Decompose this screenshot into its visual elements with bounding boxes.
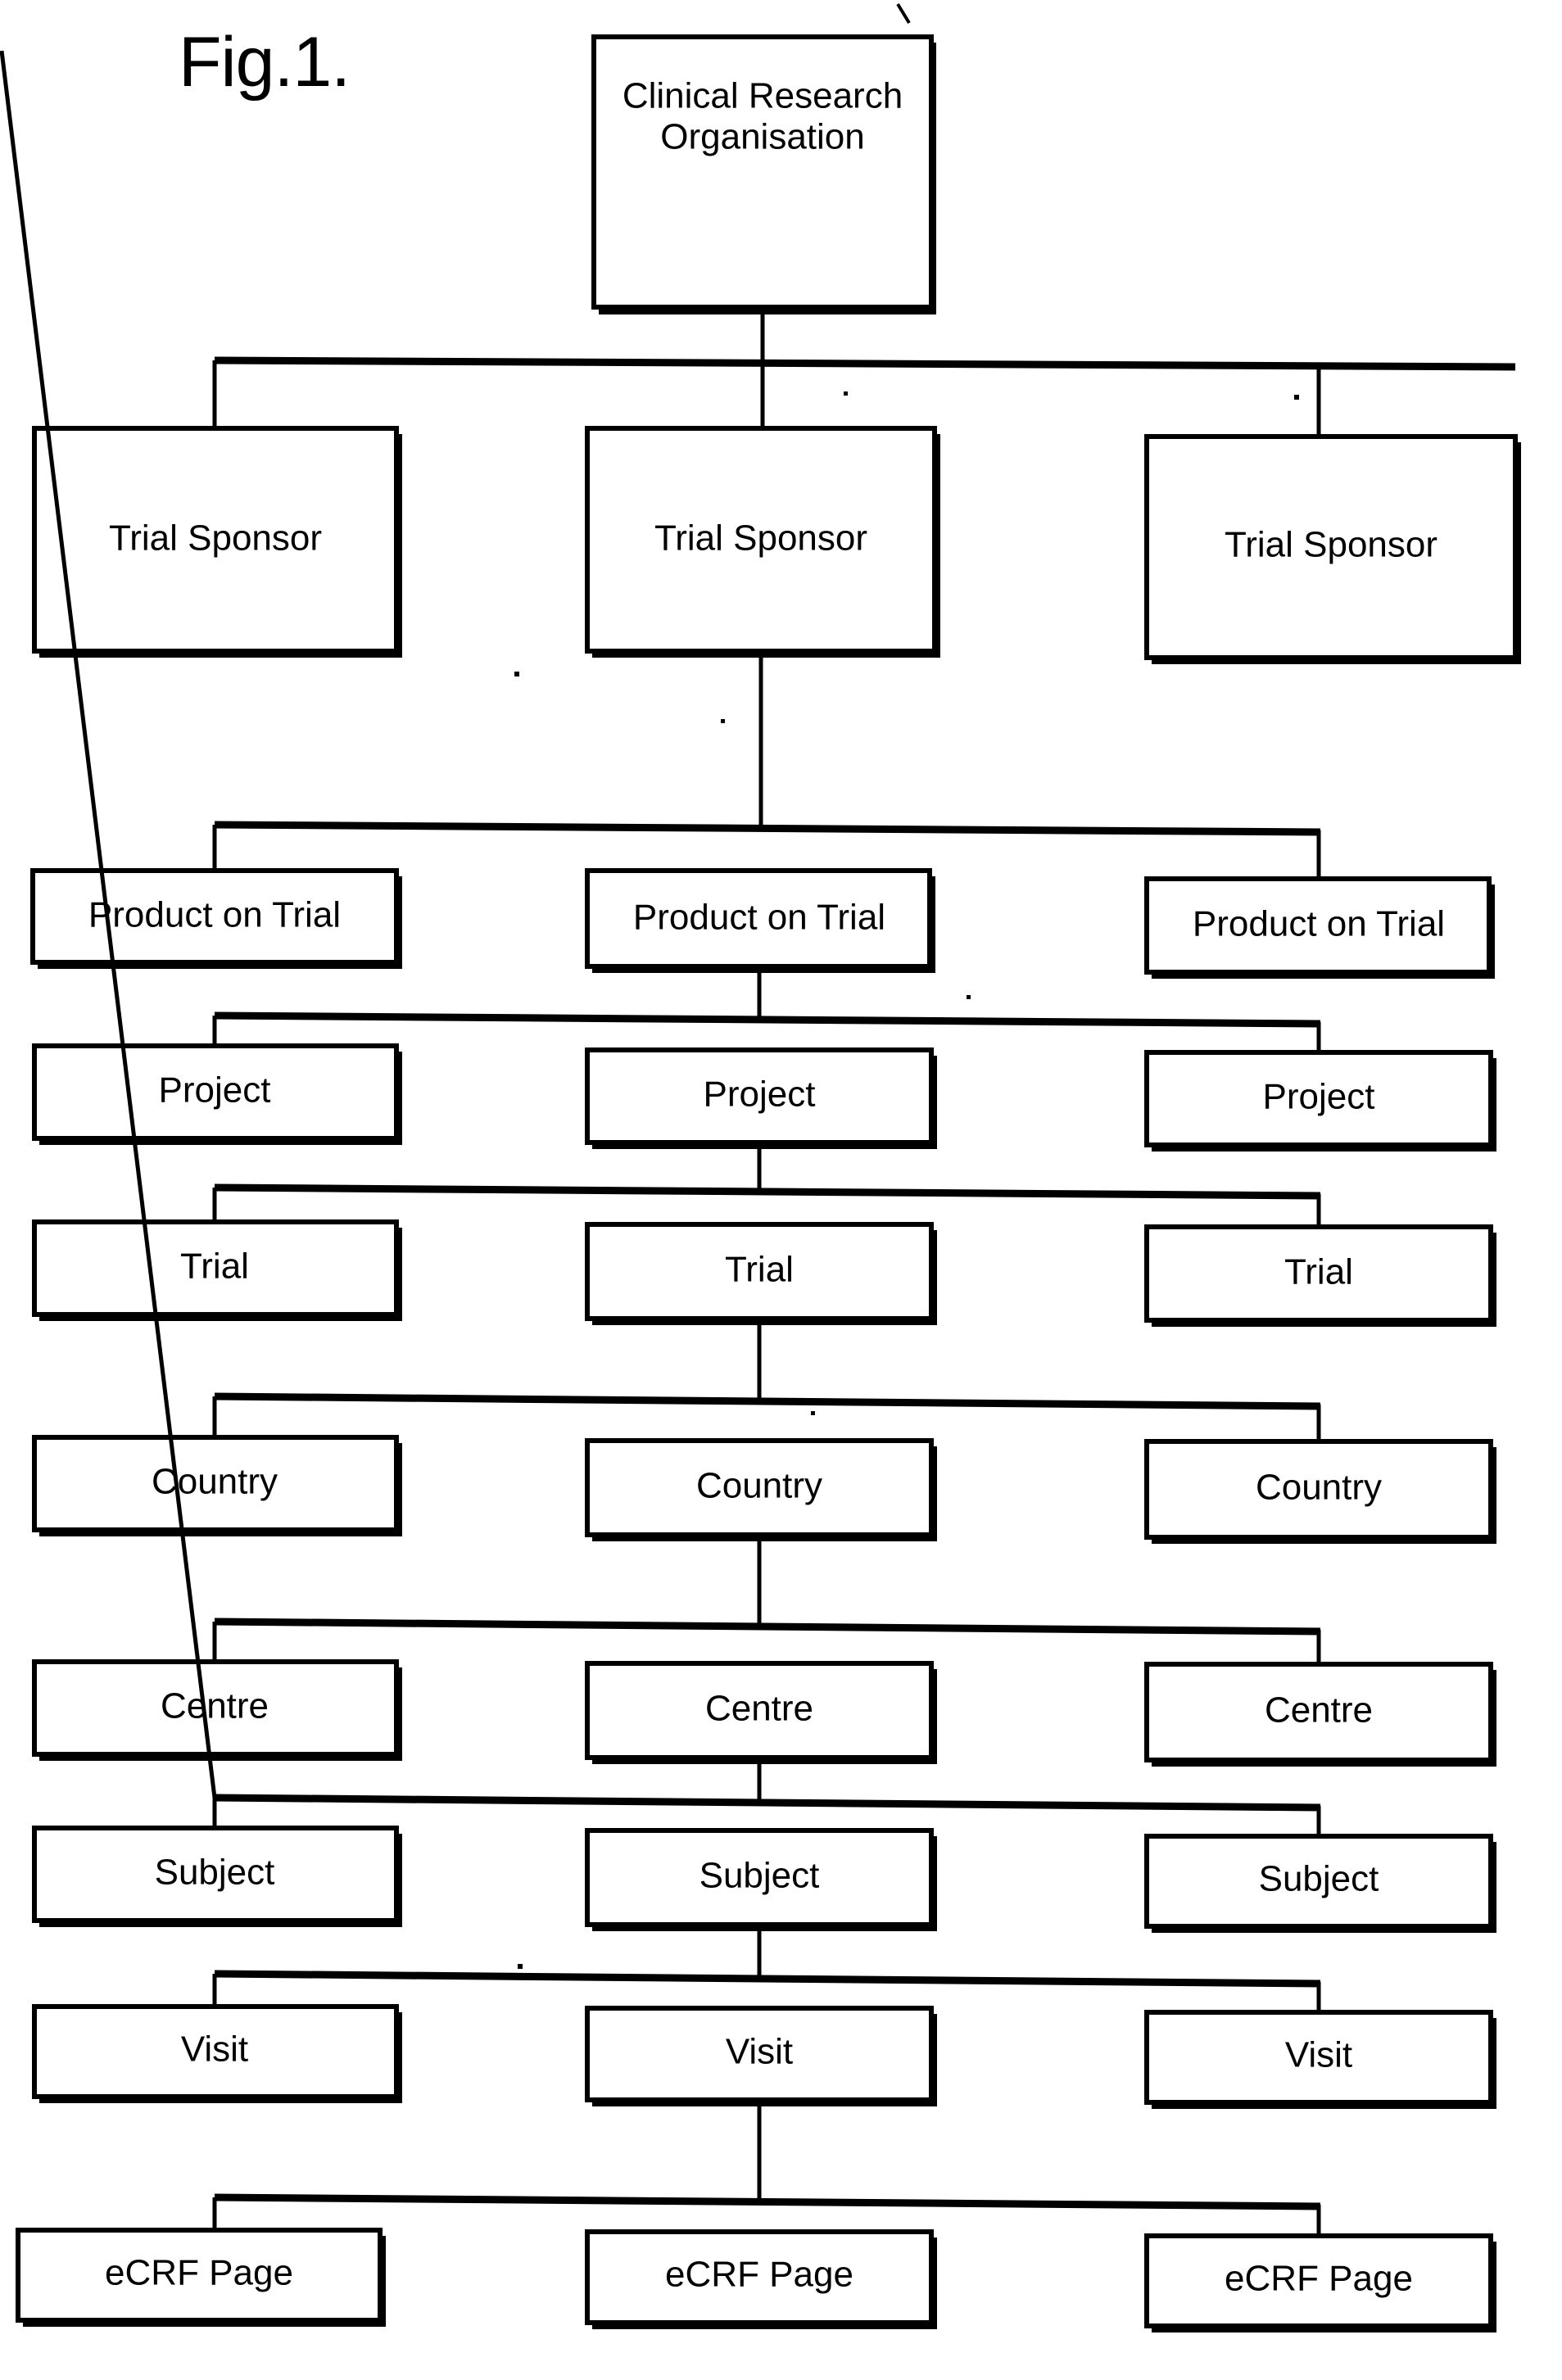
node-label: Trial Sponsor <box>109 518 322 559</box>
node-subject-left: Subject <box>32 1826 402 1927</box>
node-project-left: Project <box>32 1043 402 1145</box>
node-subject-center: Subject <box>585 1828 937 1931</box>
node-label: Project <box>1263 1077 1375 1117</box>
node-trial-sponsor-right: Trial Sponsor <box>1144 434 1521 664</box>
node-label: Visit <box>1285 2035 1352 2075</box>
node-trial-center: Trial <box>585 1222 937 1325</box>
node-trial-right: Trial <box>1144 1224 1496 1327</box>
node-country-center: Country <box>585 1438 937 1541</box>
node-label: Country <box>696 1466 822 1506</box>
node-ecrf-page-center: eCRF Page <box>585 2229 937 2329</box>
node-visit-center: Visit <box>585 2006 937 2106</box>
node-label: Organisation <box>660 117 864 157</box>
node-label: Centre <box>705 1689 813 1729</box>
node-label: Country <box>152 1462 278 1502</box>
node-project-right: Project <box>1144 1050 1496 1152</box>
node-product-on-trial-right: Product on Trial <box>1144 876 1495 979</box>
node-label: Subject <box>700 1856 820 1896</box>
figure-1-hierarchy-diagram: Fig.1. Clinical Research Organisation Tr… <box>0 2 1521 2332</box>
node-label: Visit <box>726 2032 793 2072</box>
node-label: Trial Sponsor <box>654 518 867 559</box>
node-label: Product on Trial <box>1193 904 1445 944</box>
connectors-level-centre <box>212 1618 1321 1664</box>
node-trial-sponsor-left: Trial Sponsor <box>32 426 402 658</box>
node-label: Trial <box>1284 1252 1353 1292</box>
node-label: Project <box>704 1075 816 1115</box>
node-centre-right: Centre <box>1144 1662 1496 1767</box>
node-label: Subject <box>155 1853 275 1893</box>
node-trial-sponsor-center: Trial Sponsor <box>585 426 940 658</box>
scan-speck <box>811 1411 815 1415</box>
node-label: Visit <box>181 2029 248 2070</box>
node-ecrf-page-right: eCRF Page <box>1144 2233 1496 2332</box>
node-label: eCRF Page <box>665 2255 853 2295</box>
scan-speck <box>514 672 519 676</box>
node-visit-left: Visit <box>32 2004 402 2103</box>
node-product-on-trial-left: Product on Trial <box>30 868 402 969</box>
node-product-on-trial-center: Product on Trial <box>585 868 935 973</box>
node-trial-left: Trial <box>32 1219 402 1321</box>
scan-speck <box>721 719 725 723</box>
figure-title: Fig.1. <box>179 23 350 102</box>
scan-speck <box>1294 395 1299 400</box>
connectors-level-trial-sponsor <box>212 356 1516 437</box>
patent-figure-page: Fig.1. Clinical Research Organisation Tr… <box>0 0 1562 2380</box>
node-clinical-research-organisation: Clinical Research Organisation <box>591 34 936 314</box>
node-label: Product on Trial <box>88 895 341 935</box>
scan-speck <box>967 995 971 999</box>
scan-speck <box>844 391 848 396</box>
node-label: Trial <box>180 1247 249 1287</box>
node-label: Trial <box>725 1250 794 1290</box>
node-ecrf-page-left: eCRF Page <box>16 2228 386 2327</box>
node-centre-center: Centre <box>585 1661 937 1764</box>
scan-speck <box>518 1964 523 1969</box>
reference-numeral-mark <box>896 2 911 25</box>
node-label: Product on Trial <box>633 898 885 938</box>
node-label: Project <box>159 1070 271 1111</box>
node-label: Centre <box>161 1686 269 1726</box>
node-visit-right: Visit <box>1144 2010 1496 2109</box>
node-subject-right: Subject <box>1144 1834 1496 1933</box>
node-label: Trial Sponsor <box>1225 525 1437 565</box>
connectors-level-country <box>212 1392 1321 1441</box>
node-label: Clinical Research <box>623 76 903 116</box>
node-label: Country <box>1256 1468 1382 1508</box>
node-label: Centre <box>1265 1690 1373 1731</box>
node-label: eCRF Page <box>105 2253 293 2293</box>
node-label: eCRF Page <box>1225 2259 1413 2299</box>
node-label: Subject <box>1259 1859 1379 1899</box>
node-centre-left: Centre <box>32 1659 402 1761</box>
node-project-center: Project <box>585 1047 937 1149</box>
node-country-left: Country <box>32 1435 402 1536</box>
node-country-right: Country <box>1144 1439 1496 1544</box>
